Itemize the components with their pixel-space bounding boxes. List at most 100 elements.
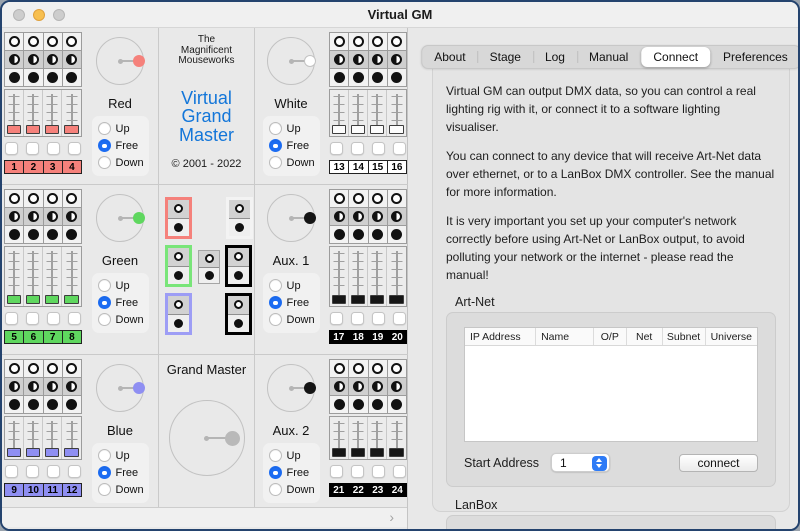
preset-button[interactable]	[5, 396, 24, 413]
preset-button[interactable]	[43, 360, 62, 377]
fader-handle[interactable]	[389, 125, 404, 134]
preset-button[interactable]	[62, 208, 81, 225]
preset-button[interactable]	[62, 51, 81, 68]
tab-connect[interactable]: Connect	[641, 47, 711, 67]
level-knob[interactable]	[96, 37, 145, 85]
preset-button[interactable]	[387, 226, 406, 243]
mode-option-up[interactable]: Up	[97, 122, 143, 135]
radio-button[interactable]	[268, 279, 282, 292]
preset-button[interactable]	[5, 69, 24, 86]
preset-button[interactable]	[24, 396, 43, 413]
flash-checkbox[interactable]	[372, 142, 385, 155]
radio-button[interactable]	[268, 296, 282, 309]
column-header-universe[interactable]: Universe	[706, 328, 757, 345]
preset-button[interactable]	[62, 190, 81, 207]
preset-button[interactable]	[368, 226, 387, 243]
preset-button[interactable]	[387, 208, 406, 225]
bump-up-button[interactable]	[168, 200, 189, 219]
mode-option-free[interactable]: Free	[268, 466, 314, 479]
flash-checkbox[interactable]	[372, 465, 385, 478]
preset-button[interactable]	[43, 51, 62, 68]
radio-button[interactable]	[97, 313, 111, 326]
preset-button[interactable]	[387, 190, 406, 207]
mode-option-free[interactable]: Free	[268, 139, 314, 152]
fader-slider[interactable]	[62, 417, 81, 459]
flash-checkbox[interactable]	[68, 142, 81, 155]
mode-option-down[interactable]: Down	[97, 483, 144, 496]
fader-slider[interactable]	[387, 90, 406, 136]
mode-option-down[interactable]: Down	[97, 156, 144, 169]
flash-checkbox[interactable]	[47, 312, 60, 325]
radio-button[interactable]	[268, 139, 282, 152]
preset-button[interactable]	[62, 378, 81, 395]
preset-button[interactable]	[62, 396, 81, 413]
preset-button[interactable]	[349, 208, 368, 225]
preset-button[interactable]	[349, 226, 368, 243]
tab-log[interactable]: Log	[532, 46, 577, 68]
fader-slider[interactable]	[330, 417, 349, 459]
radio-button[interactable]	[268, 483, 282, 496]
preset-button[interactable]	[62, 226, 81, 243]
fader-handle[interactable]	[370, 295, 384, 304]
preset-button[interactable]	[349, 396, 368, 413]
preset-button[interactable]	[330, 190, 349, 207]
preset-button[interactable]	[349, 378, 368, 395]
preset-button[interactable]	[43, 396, 62, 413]
fader-handle[interactable]	[332, 295, 346, 304]
level-knob[interactable]	[267, 364, 316, 412]
radio-button[interactable]	[268, 449, 282, 462]
preset-button[interactable]	[349, 69, 368, 86]
preset-button[interactable]	[24, 208, 43, 225]
fader-handle[interactable]	[389, 448, 404, 457]
preset-button[interactable]	[43, 69, 62, 86]
preset-button[interactable]	[5, 33, 24, 50]
preset-button[interactable]	[330, 378, 349, 395]
preset-button[interactable]	[349, 360, 368, 377]
flash-checkbox[interactable]	[26, 142, 39, 155]
flash-checkbox[interactable]	[68, 312, 81, 325]
fader-slider[interactable]	[330, 90, 349, 136]
preset-button[interactable]	[387, 33, 406, 50]
flash-checkbox[interactable]	[351, 465, 364, 478]
column-header-o-p[interactable]: O/P	[594, 328, 627, 345]
preset-button[interactable]	[368, 208, 387, 225]
column-header-name[interactable]: Name	[536, 328, 594, 345]
radio-button[interactable]	[97, 122, 111, 135]
fader-slider[interactable]	[349, 90, 368, 136]
preset-button[interactable]	[43, 33, 62, 50]
preset-button[interactable]	[368, 378, 387, 395]
preset-button[interactable]	[368, 396, 387, 413]
fader-slider[interactable]	[43, 417, 62, 459]
fader-handle[interactable]	[351, 125, 365, 134]
fader-handle[interactable]	[7, 295, 21, 304]
flash-checkbox[interactable]	[68, 465, 81, 478]
flash-checkbox[interactable]	[26, 465, 39, 478]
level-knob[interactable]	[96, 194, 145, 242]
fader-slider[interactable]	[330, 247, 349, 306]
tab-manual[interactable]: Manual	[576, 46, 640, 68]
fader-handle[interactable]	[351, 448, 365, 457]
preset-button[interactable]	[368, 51, 387, 68]
preset-button[interactable]	[330, 208, 349, 225]
mode-option-free[interactable]: Free	[268, 296, 314, 309]
fader-handle[interactable]	[45, 295, 59, 304]
level-knob[interactable]	[267, 37, 316, 85]
radio-button[interactable]	[97, 483, 111, 496]
mode-option-free[interactable]: Free	[97, 466, 143, 479]
mode-option-up[interactable]: Up	[268, 279, 314, 292]
flash-checkbox[interactable]	[393, 312, 406, 325]
radio-button[interactable]	[268, 466, 282, 479]
level-knob[interactable]	[96, 364, 145, 412]
radio-button[interactable]	[268, 156, 282, 169]
preset-button[interactable]	[43, 226, 62, 243]
bump-up-button[interactable]	[229, 200, 250, 219]
preset-button[interactable]	[43, 378, 62, 395]
flash-checkbox[interactable]	[351, 142, 364, 155]
preset-button[interactable]	[24, 51, 43, 68]
fader-handle[interactable]	[7, 125, 21, 134]
radio-button[interactable]	[97, 279, 111, 292]
fader-slider[interactable]	[5, 417, 24, 459]
flash-checkbox[interactable]	[330, 312, 343, 325]
preset-button[interactable]	[368, 69, 387, 86]
fader-slider[interactable]	[387, 417, 406, 459]
